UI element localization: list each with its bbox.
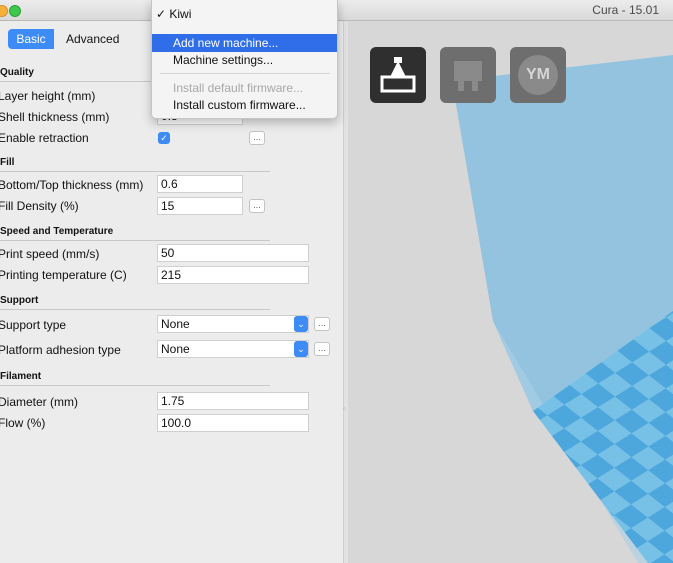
flow-label: Flow (%): [0, 416, 46, 430]
platform-adhesion-select[interactable]: None ⌄: [157, 340, 309, 358]
print-speed-field[interactable]: 50: [157, 244, 309, 262]
menu-item-install-default-firmware: Install default firmware...: [173, 81, 304, 95]
fill-settings-button[interactable]: ...: [249, 199, 265, 213]
chevron-down-icon: ⌄: [294, 341, 308, 357]
3d-viewport[interactable]: YM: [348, 21, 673, 563]
retraction-settings-button[interactable]: ...: [249, 131, 265, 145]
bottom-top-thickness-field[interactable]: 0.6: [157, 175, 243, 193]
machine-menu: ✓ Kiwi Add new machine... Machine settin…: [151, 0, 338, 119]
menu-item-kiwi[interactable]: ✓ Kiwi: [152, 5, 337, 23]
ym-button[interactable]: YM: [510, 47, 566, 103]
section-divider: [0, 171, 270, 172]
ym-icon: YM: [518, 55, 558, 95]
menu-item-install-custom-firmware[interactable]: Install custom firmware...: [152, 96, 337, 114]
print-icon: [454, 61, 482, 91]
menu-item-machine-settings[interactable]: Machine settings...: [152, 51, 337, 69]
support-settings-button[interactable]: ...: [314, 317, 330, 331]
tab-advanced[interactable]: Advanced: [58, 29, 127, 49]
support-type-value: None: [161, 317, 190, 331]
shell-thickness-label: Shell thickness (mm): [0, 110, 110, 124]
support-type-select[interactable]: None ⌄: [157, 315, 309, 333]
section-filament-title: Filament: [0, 371, 42, 382]
bottom-top-thickness-label: Bottom/Top thickness (mm): [0, 178, 144, 192]
platform-adhesion-value: None: [161, 342, 190, 356]
load-model-icon: [380, 57, 416, 93]
enable-retraction-checkbox[interactable]: ✓: [158, 132, 170, 144]
fill-density-field[interactable]: 15: [157, 197, 243, 215]
printing-temperature-field[interactable]: 215: [157, 266, 309, 284]
menu-separator: [160, 73, 330, 74]
menu-item-add-new-machine[interactable]: Add new machine...: [152, 34, 337, 52]
layer-height-label: Layer height (mm): [0, 89, 96, 103]
diameter-field[interactable]: 1.75: [157, 392, 309, 410]
printing-temperature-label: Printing temperature (C): [0, 268, 127, 282]
load-model-button[interactable]: [370, 47, 426, 103]
window-zoom-icon[interactable]: [9, 5, 21, 17]
section-support-title: Support: [0, 295, 39, 306]
fill-density-label: Fill Density (%): [0, 199, 79, 213]
flow-field[interactable]: 100.0: [157, 414, 309, 432]
platform-adhesion-label: Platform adhesion type: [0, 343, 121, 357]
window-close-icon[interactable]: [0, 5, 8, 17]
section-speed-title: Speed and Temperature: [0, 226, 114, 237]
print-button[interactable]: [440, 47, 496, 103]
section-fill-title: Fill: [0, 157, 15, 168]
window-title: Cura - 15.01: [592, 3, 659, 17]
enable-retraction-label: Enable retraction: [0, 131, 89, 145]
tab-basic[interactable]: Basic: [8, 29, 54, 49]
section-divider: [0, 309, 270, 310]
support-type-label: Support type: [0, 318, 67, 332]
section-divider: [0, 240, 270, 241]
adhesion-settings-button[interactable]: ...: [314, 342, 330, 356]
splitter-grip-icon[interactable]: ◦: [343, 404, 347, 413]
chevron-down-icon: ⌄: [294, 316, 308, 332]
section-divider: [0, 385, 270, 386]
print-speed-label: Print speed (mm/s): [0, 247, 100, 261]
diameter-label: Diameter (mm): [0, 395, 78, 409]
